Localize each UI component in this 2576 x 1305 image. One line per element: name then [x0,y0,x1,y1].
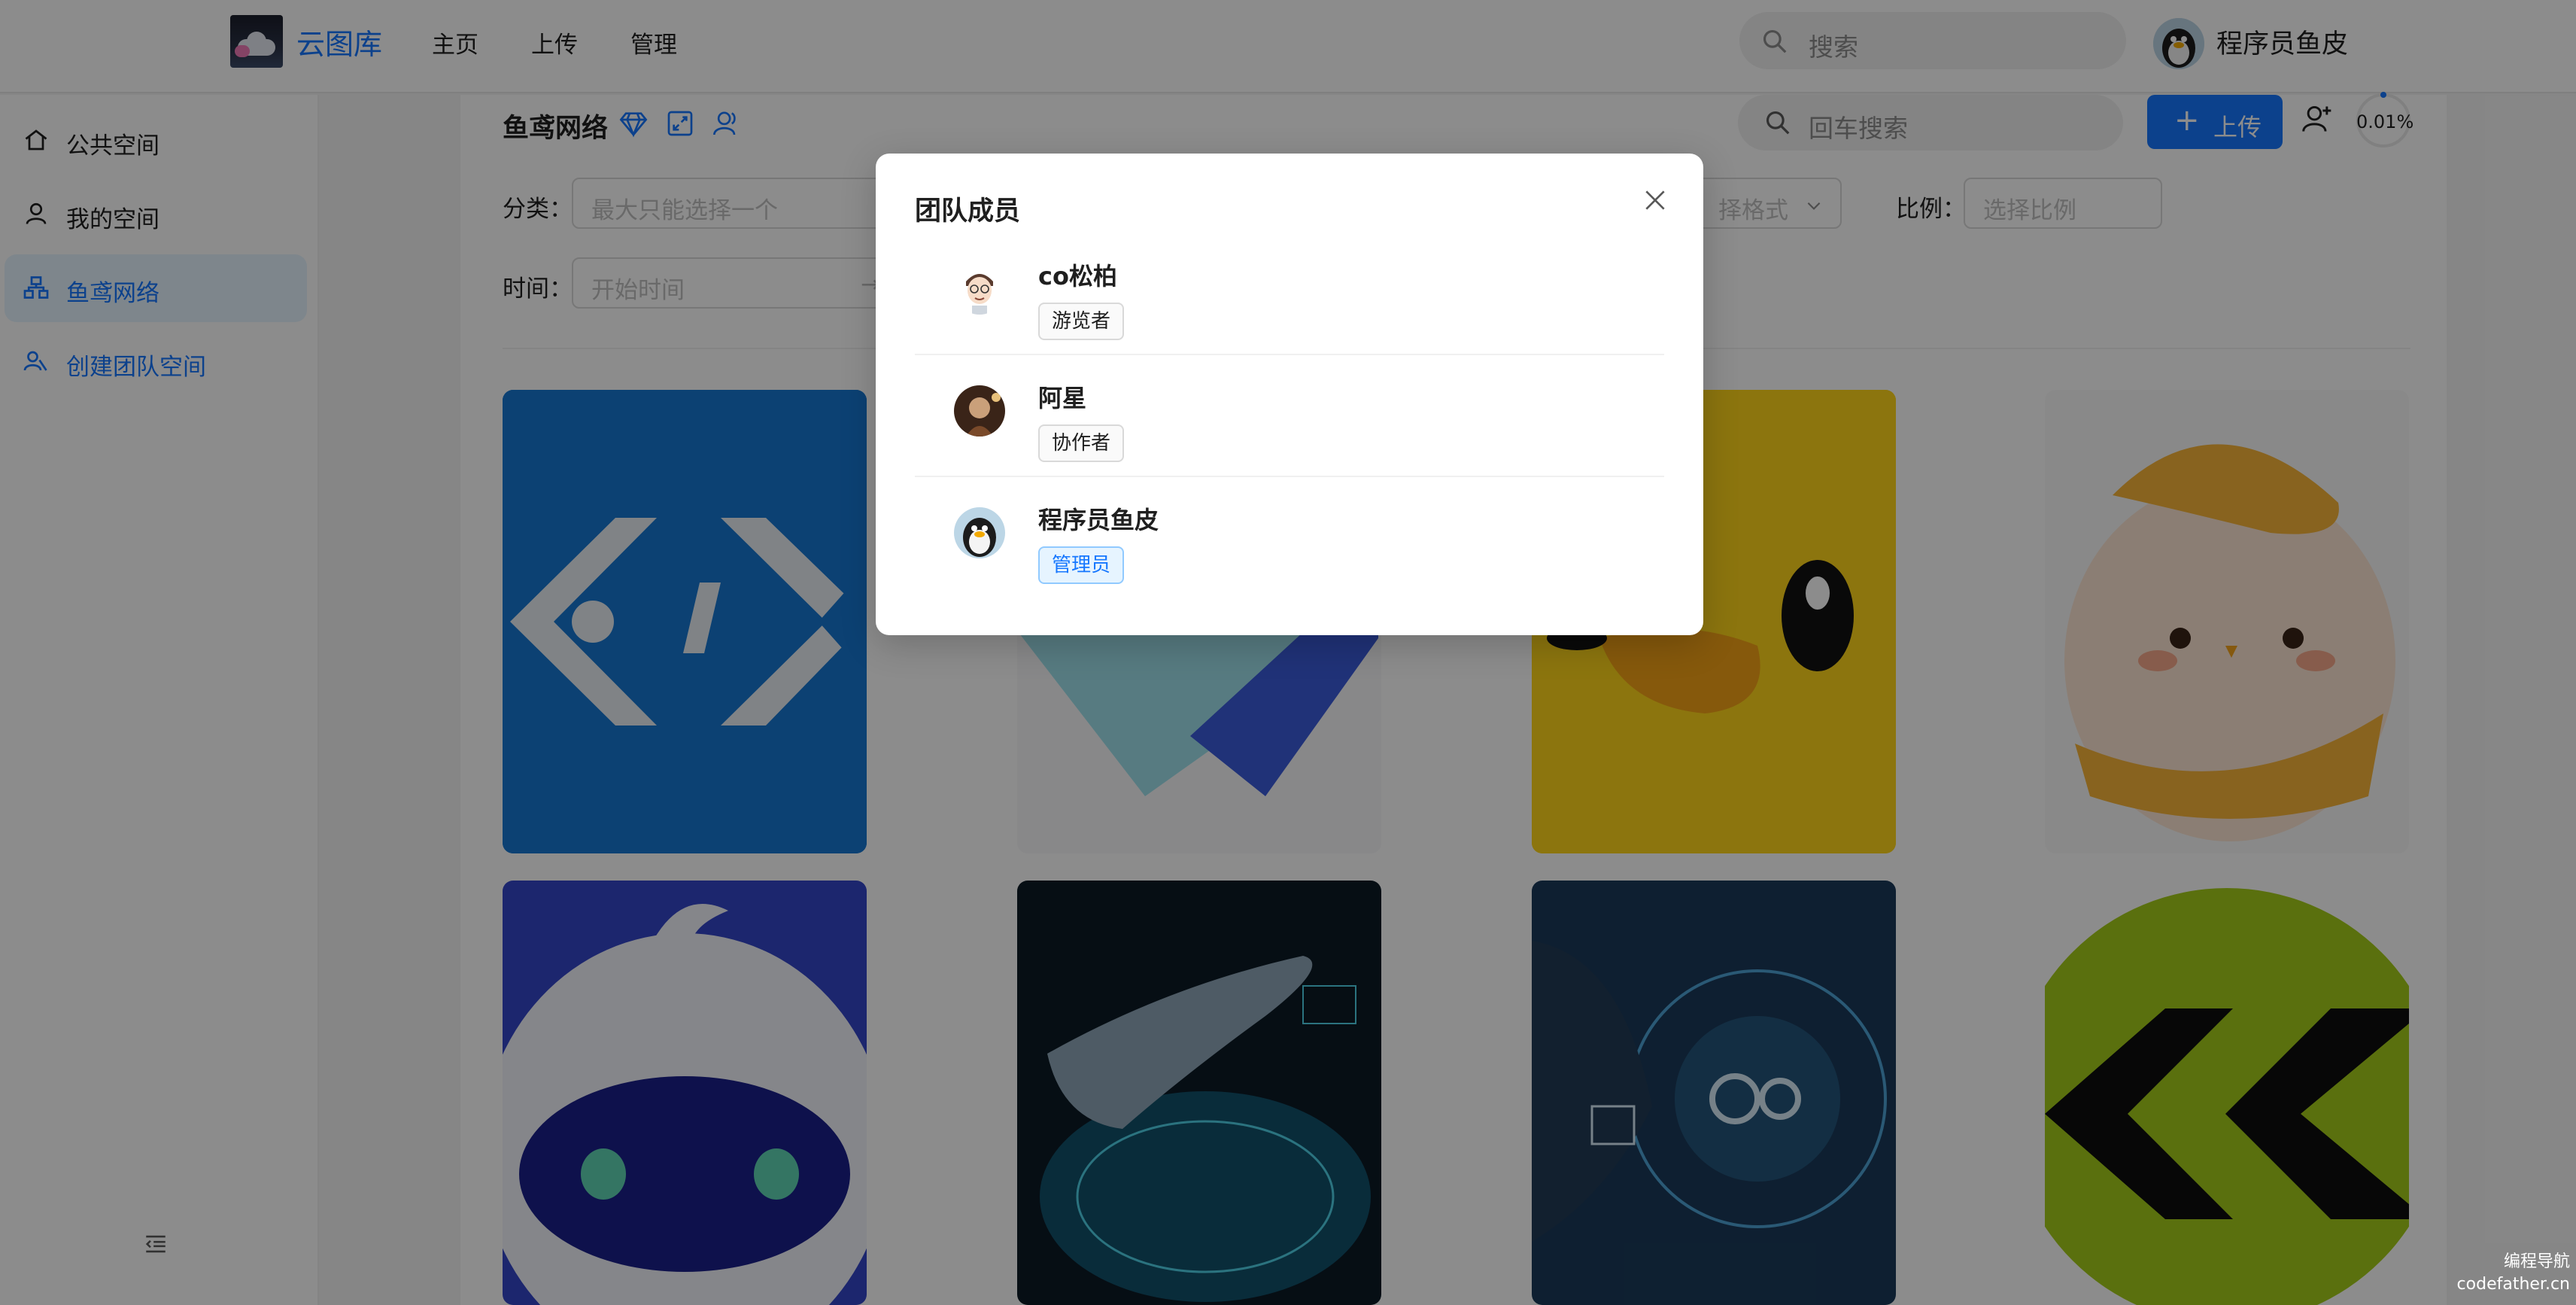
member-avatar [954,263,1005,315]
member-role-tag: 协作者 [1038,424,1125,462]
member-role-tag: 管理员 [1038,546,1125,584]
watermark: 编程导航 codefather.cn [2457,1251,2570,1296]
team-members-modal: 团队成员 co松柏 游览者 阿星 协作者 程序员鱼皮 管理员 [876,154,1703,635]
member-list-item: co松柏 游览者 [915,235,1664,355]
member-avatar [954,385,1005,437]
member-avatar [954,507,1005,558]
member-list-item: 程序员鱼皮 管理员 [915,479,1664,599]
member-role-tag: 游览者 [1038,303,1125,340]
watermark-line1: 编程导航 [2503,1252,2570,1271]
modal-title: 团队成员 [915,196,1021,227]
member-name: 程序员鱼皮 [1038,506,1159,534]
watermark-line2: codefather.cn [2456,1275,2570,1294]
member-name: co松柏 [1038,262,1117,291]
member-list-item: 阿星 协作者 [915,357,1664,477]
close-icon[interactable] [1640,185,1670,218]
member-name: 阿星 [1038,384,1087,412]
